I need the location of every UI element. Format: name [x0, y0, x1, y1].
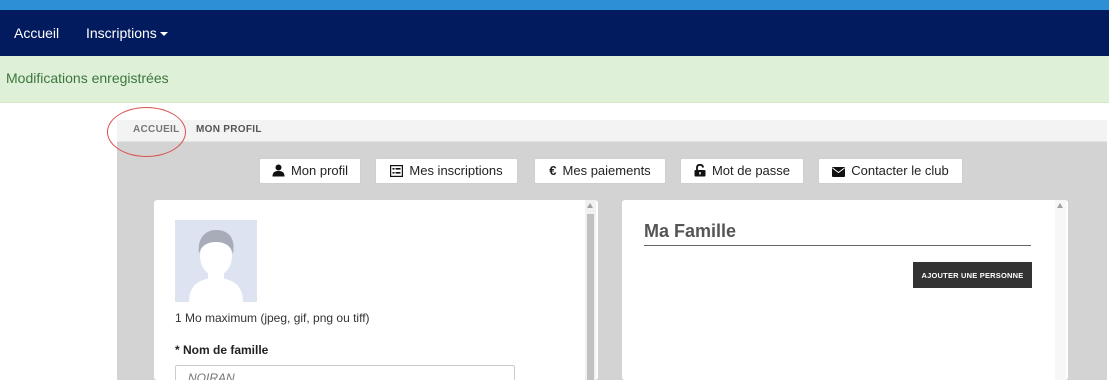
- lastname-input[interactable]: [175, 365, 515, 380]
- tab-mes-inscriptions[interactable]: Mes inscriptions: [375, 158, 518, 184]
- nav-inscriptions-label: Inscriptions: [86, 25, 157, 41]
- top-accent-bar: [0, 0, 1109, 10]
- family-panel-scrollbar[interactable]: [1055, 200, 1066, 380]
- tab-mon-profil-label: Mon profil: [290, 163, 349, 178]
- scroll-up-icon[interactable]: [1057, 203, 1063, 208]
- envelope-icon: [832, 167, 846, 177]
- default-avatar-icon: [175, 220, 257, 302]
- user-icon: [272, 164, 285, 177]
- caret-down-icon: [159, 32, 168, 37]
- tab-mes-paiements[interactable]: € Mes paiements: [534, 158, 666, 184]
- breadcrumb-accueil[interactable]: ACCUEIL: [133, 124, 180, 135]
- euro-icon: €: [549, 163, 557, 178]
- breadcrumb: ACCUEIL MON PROFIL: [117, 120, 1107, 142]
- photo-size-hint: 1 Mo maximum (jpeg, gif, png ou tiff): [175, 311, 370, 325]
- add-person-button[interactable]: AJOUTER UNE PERSONNE: [913, 262, 1032, 288]
- family-title: Ma Famille: [644, 221, 737, 241]
- avatar[interactable]: [175, 220, 257, 302]
- unlock-icon: [694, 163, 706, 177]
- tab-mes-inscriptions-label: Mes inscriptions: [409, 163, 503, 178]
- alert-message: Modifications enregistrées: [6, 70, 169, 86]
- breadcrumb-mon-profil: MON PROFIL: [196, 124, 262, 135]
- tab-contacter-le-club-label: Contacter le club: [851, 163, 949, 178]
- tab-contacter-le-club[interactable]: Contacter le club: [818, 158, 963, 184]
- nav-accueil[interactable]: Accueil: [14, 10, 59, 56]
- profile-panel-scrollbar[interactable]: [585, 200, 596, 380]
- success-alert: Modifications enregistrées: [0, 56, 1109, 103]
- main-navbar: Accueil Inscriptions: [0, 10, 1109, 56]
- scroll-up-icon[interactable]: [587, 203, 593, 208]
- tab-mot-de-passe[interactable]: Mot de passe: [680, 158, 804, 184]
- family-divider: [644, 245, 1031, 246]
- tab-mes-paiements-label: Mes paiements: [562, 163, 651, 178]
- lastname-label: * Nom de famille: [175, 343, 269, 357]
- tab-mot-de-passe-label: Mot de passe: [711, 163, 791, 178]
- scrollbar-thumb[interactable]: [587, 214, 594, 380]
- tab-mon-profil[interactable]: Mon profil: [259, 158, 361, 184]
- nav-inscriptions-dropdown[interactable]: Inscriptions: [86, 10, 168, 56]
- list-icon: [390, 164, 404, 178]
